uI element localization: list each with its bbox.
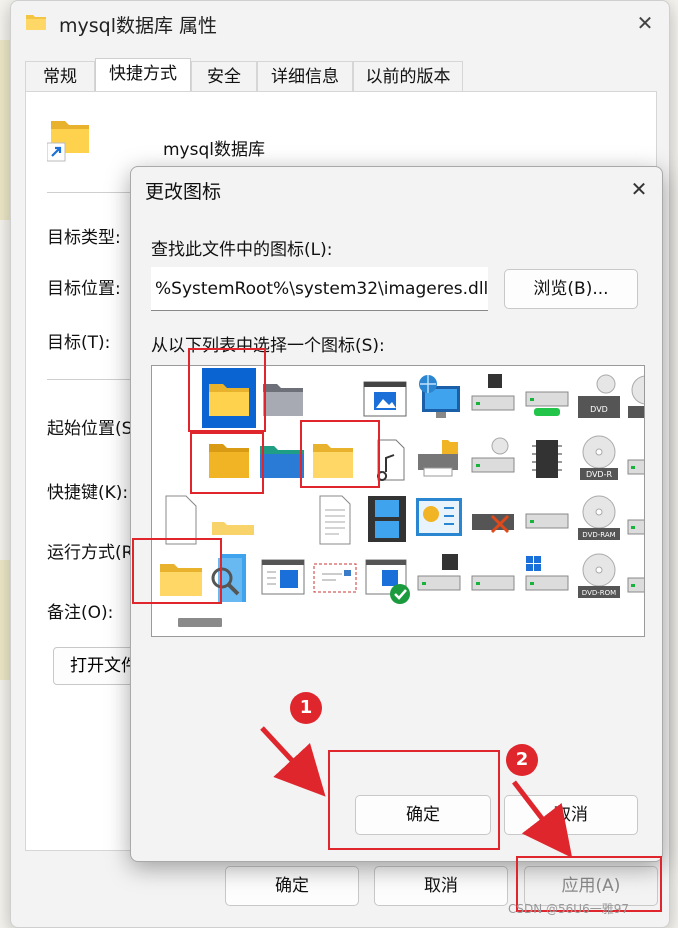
drive-icon <box>627 577 644 593</box>
dvd-rom-label: DVD-ROM <box>582 589 616 597</box>
icon-drive-partial[interactable] <box>626 432 644 488</box>
drive-icon <box>417 554 461 591</box>
icon-drive-partial[interactable] <box>626 492 644 548</box>
tab-shortcut[interactable]: 快捷方式 <box>95 58 191 91</box>
close-icon[interactable]: ✕ <box>631 9 659 37</box>
shortcut-name: mysql数据库 <box>163 140 265 160</box>
mail-icon <box>313 563 357 593</box>
tab-previous-versions[interactable]: 以前的版本 <box>353 61 463 91</box>
annotation-box-folder-library <box>132 538 222 604</box>
target-type-label: 目标类型: <box>47 228 121 248</box>
start-in-label: 起始位置(S <box>47 419 133 439</box>
icon-text-document[interactable] <box>310 492 360 548</box>
icon-file-path-input[interactable]: %SystemRoot%\system32\imageres.dll <box>151 267 488 311</box>
step-badge-2: 2 <box>506 744 538 776</box>
step-badge-1: 1 <box>290 692 322 724</box>
icon-drive-floppy[interactable] <box>468 370 518 426</box>
icon-drive-hdd[interactable] <box>522 492 572 548</box>
annotation-box-selected-icon <box>188 348 266 432</box>
document-icon <box>319 495 351 545</box>
dvd-drive-icon <box>628 375 644 418</box>
film-icon <box>368 496 406 542</box>
chip-icon <box>532 440 562 478</box>
usb-drive-icon <box>525 391 569 416</box>
target-label: 目标(T): <box>47 333 111 353</box>
dvd-ram-icon: DVD-RAM <box>578 495 620 540</box>
icon-verified-app[interactable] <box>362 550 412 606</box>
watermark: CSDN @56U6一雅97 <box>508 902 629 916</box>
icon-drive-save[interactable] <box>414 550 464 606</box>
dialog-title: 更改图标 <box>145 181 222 203</box>
desktop-background <box>0 40 10 220</box>
verified-icon <box>365 559 410 604</box>
annotation-box-folder <box>190 432 264 494</box>
dvd-rom-icon: DVD-ROM <box>578 553 620 598</box>
run-label: 运行方式(R <box>47 543 134 563</box>
dvd-ram-label: DVD-RAM <box>582 531 615 539</box>
annotation-box-ok <box>328 750 500 850</box>
icon-dvd-rom[interactable]: DVD-ROM <box>574 550 624 606</box>
control-panel-icon <box>416 498 462 536</box>
dvd-drive-icon: DVD <box>578 374 620 418</box>
cancel-button[interactable]: 取消 <box>374 866 508 906</box>
target-location-label: 目标位置: <box>47 279 121 299</box>
icon-drive-disconnected[interactable] <box>468 492 518 548</box>
icon-dvd-drive-partial[interactable] <box>626 370 644 426</box>
dvd-r-label: DVD-R <box>586 470 613 479</box>
tab-details[interactable]: 详细信息 <box>257 61 353 91</box>
horizontal-scrollbar-thumb[interactable] <box>178 618 222 627</box>
annotation-box-folder-open <box>300 420 380 488</box>
picture-icon <box>363 381 407 417</box>
icon-drive-partial[interactable] <box>626 550 644 606</box>
icon-drive-plain[interactable] <box>468 550 518 606</box>
desktop-background-lower <box>0 560 10 680</box>
drive-icon <box>525 513 569 529</box>
icon-dvd-ram[interactable]: DVD-RAM <box>574 492 624 548</box>
icon-chip[interactable] <box>522 432 572 488</box>
close-icon[interactable]: ✕ <box>625 175 653 203</box>
icon-printer[interactable] <box>414 432 464 488</box>
icon-picture[interactable] <box>360 370 410 426</box>
icon-drive-windows[interactable] <box>522 550 572 606</box>
shortcut-folder-icon <box>47 121 89 162</box>
tab-security[interactable]: 安全 <box>191 61 257 91</box>
dialog-cancel-button[interactable]: 取消 <box>504 795 638 835</box>
divider <box>47 379 137 380</box>
tab-general[interactable]: 常规 <box>25 61 95 91</box>
windows-drive-icon <box>525 556 569 591</box>
find-icons-label: 查找此文件中的图标(L): <box>151 240 333 260</box>
drive-icon <box>627 459 644 475</box>
icon-control-panel[interactable] <box>414 492 464 548</box>
printer-icon <box>418 440 458 477</box>
drive-icon <box>471 374 515 411</box>
browse-button[interactable]: 浏览(B)... <box>504 269 638 309</box>
icon-mail[interactable] <box>310 550 360 606</box>
shortcut-key-label: 快捷键(K): <box>47 483 129 503</box>
dvd-r-icon: DVD-R <box>580 435 618 480</box>
computer-globe-icon <box>419 375 460 418</box>
icon-dvd-drive[interactable]: DVD <box>574 370 624 426</box>
dvd-label: DVD <box>590 405 608 414</box>
comment-label: 备注(O): <box>47 603 114 623</box>
drive-icon <box>627 519 644 535</box>
drive-icon <box>471 575 515 591</box>
icon-dvd-r[interactable]: DVD-R <box>574 432 624 488</box>
ok-button[interactable]: 确定 <box>225 866 359 906</box>
divider <box>47 192 137 193</box>
icon-drive-usb[interactable] <box>522 370 572 426</box>
disconnected-drive-icon <box>472 514 514 534</box>
icon-window-app[interactable] <box>258 550 308 606</box>
folder-icon <box>26 15 46 30</box>
window-icon <box>261 559 305 595</box>
icon-video[interactable] <box>362 492 412 548</box>
icon-drive-optical[interactable] <box>468 432 518 488</box>
drive-icon <box>471 437 515 473</box>
window-title: mysql数据库 属性 <box>59 15 218 37</box>
icon-network-computer[interactable] <box>414 370 464 426</box>
select-icon-label: 从以下列表中选择一个图标(S): <box>151 336 385 356</box>
